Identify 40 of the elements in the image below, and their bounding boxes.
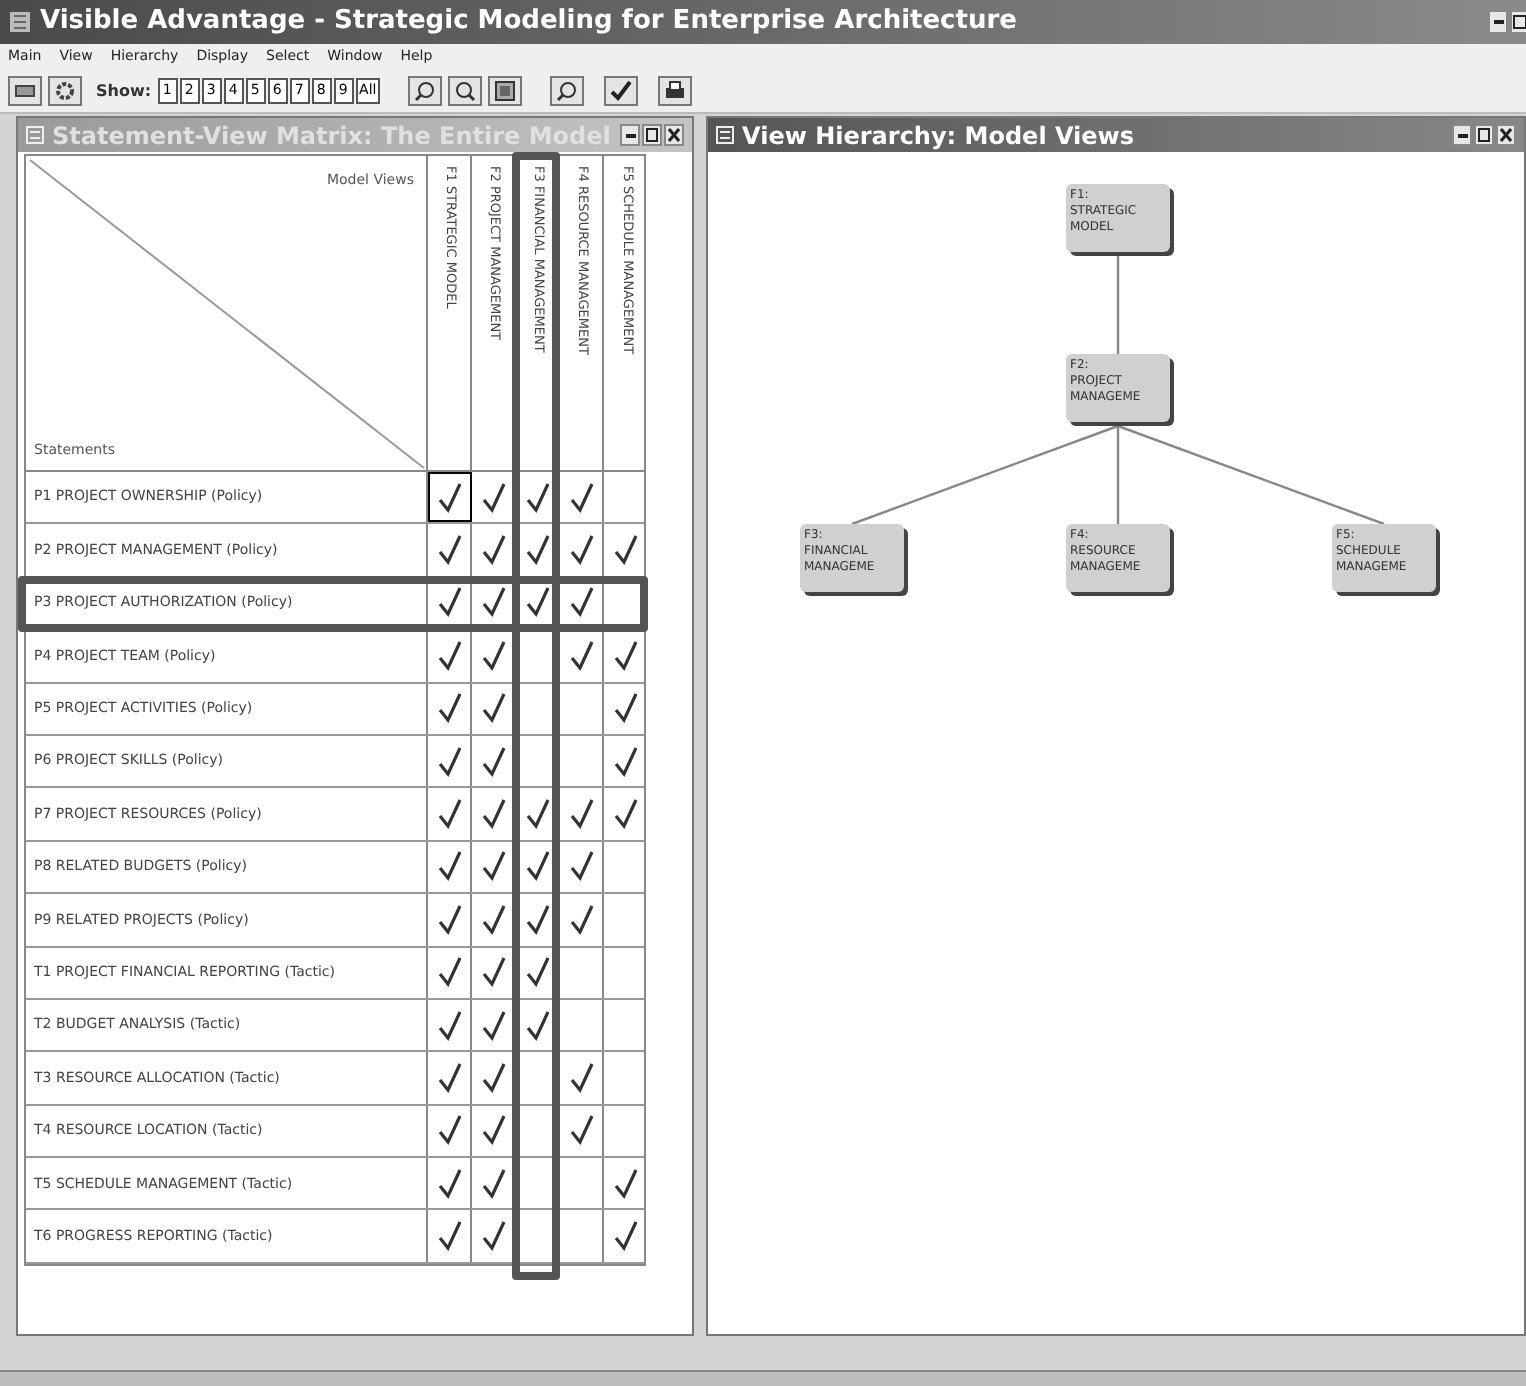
child-window-title: View Hierarchy: Model Views (742, 119, 1137, 153)
window-title: Visible Advantage - Strategic Modeling for Enterprise Architecture (40, 4, 1019, 41)
print-icon (664, 80, 687, 102)
maximize-icon (646, 128, 658, 142)
check-icon (610, 80, 633, 102)
window-icon (26, 126, 44, 144)
zoom-in-icon (414, 80, 437, 102)
zoom-out-icon (454, 80, 477, 102)
minimize-button[interactable] (1452, 124, 1472, 146)
minimize-icon (625, 133, 635, 137)
minimize-button[interactable] (1488, 10, 1508, 34)
search-icon (556, 80, 579, 102)
connector-line (1116, 256, 1120, 354)
window-icon (716, 126, 734, 144)
maximize-button[interactable] (1510, 10, 1526, 34)
search-button[interactable] (550, 76, 585, 106)
close-icon (668, 128, 680, 142)
maximize-button[interactable] (1474, 124, 1494, 146)
selected-cell[interactable] (428, 472, 472, 523)
grid-icon (14, 82, 36, 100)
gear-button[interactable] (48, 76, 82, 106)
print-button[interactable] (658, 76, 693, 106)
close-icon (1500, 128, 1512, 142)
app-icon (8, 10, 32, 34)
close-button[interactable] (664, 124, 684, 146)
fit-icon (494, 80, 517, 102)
zoom-out-button[interactable] (448, 76, 483, 106)
minimize-button[interactable] (620, 124, 640, 146)
show-label: Show: (96, 79, 152, 103)
fit-button[interactable] (488, 76, 523, 106)
grid-button[interactable] (8, 76, 42, 106)
gear-icon (54, 80, 76, 102)
maximize-icon (1478, 128, 1490, 142)
minimize-icon (1493, 20, 1503, 24)
minimize-icon (1457, 133, 1467, 137)
maximize-button[interactable] (642, 124, 662, 146)
zoom-in-button[interactable] (408, 76, 443, 106)
maximize-icon (1512, 13, 1526, 31)
check-button[interactable] (604, 76, 639, 106)
close-button[interactable] (1496, 124, 1516, 146)
